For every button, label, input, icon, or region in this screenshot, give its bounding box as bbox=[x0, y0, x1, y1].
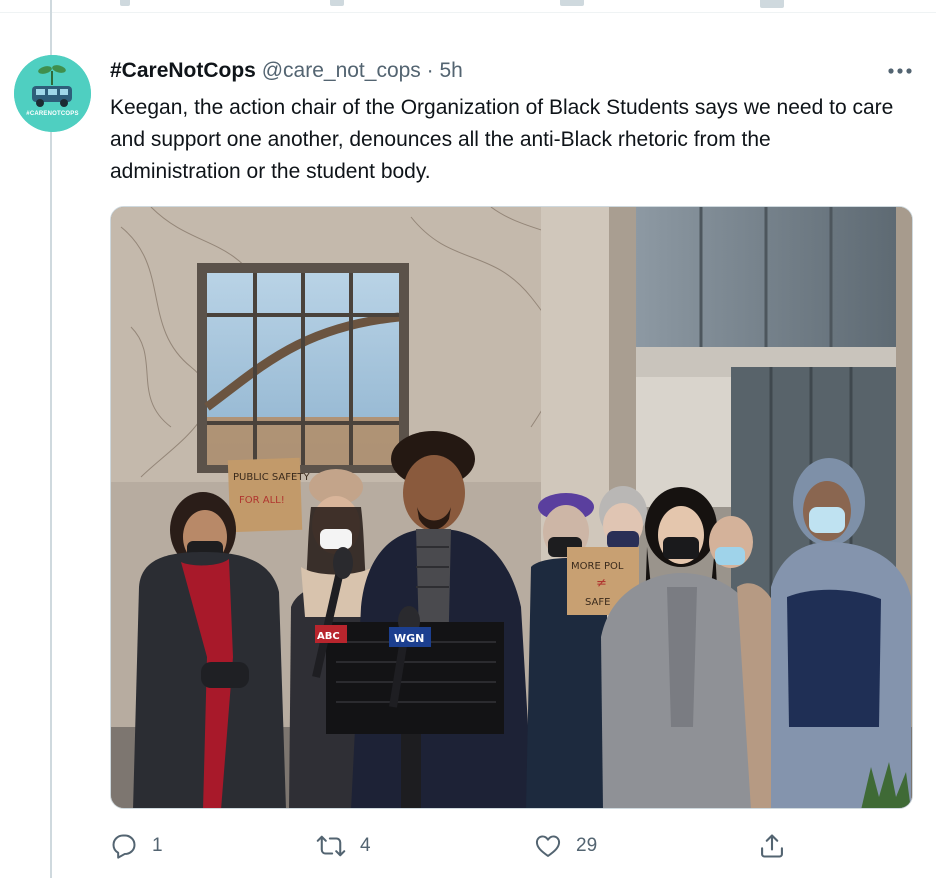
more-options-icon[interactable] bbox=[885, 58, 915, 84]
tweet-view: #CARENOTCOPS #CareNotCops @care_not_cops… bbox=[0, 0, 936, 878]
svg-text:≠: ≠ bbox=[596, 576, 607, 591]
retweet-button[interactable]: 4 bbox=[316, 826, 371, 866]
svg-text:MORE POL: MORE POL bbox=[571, 561, 624, 572]
mic-flag-abc: ABC bbox=[315, 625, 347, 643]
reply-button[interactable]: 1 bbox=[110, 826, 163, 866]
tweet-timestamp[interactable]: 5h bbox=[440, 59, 463, 82]
reply-icon bbox=[110, 832, 138, 860]
svg-text:PUBLIC SAFETY: PUBLIC SAFETY bbox=[233, 472, 310, 483]
svg-text:FOR ALL!: FOR ALL! bbox=[239, 495, 285, 506]
avatar[interactable]: #CARENOTCOPS bbox=[14, 55, 91, 132]
heart-icon bbox=[534, 832, 562, 860]
svg-text:ABC: ABC bbox=[317, 631, 340, 642]
like-button[interactable]: 29 bbox=[534, 826, 597, 866]
press-conference-photo: PUBLIC SAFETY FOR ALL! MORE POL ≠ SAFE W… bbox=[111, 207, 912, 808]
share-icon bbox=[758, 832, 786, 860]
retweet-count: 4 bbox=[360, 835, 371, 856]
svg-text:SAFE: SAFE bbox=[585, 597, 610, 608]
user-handle[interactable]: @care_not_cops bbox=[262, 59, 421, 82]
previous-tweet-edge bbox=[0, 0, 936, 13]
tweet-photo[interactable]: PUBLIC SAFETY FOR ALL! MORE POL ≠ SAFE W… bbox=[110, 206, 913, 809]
display-name[interactable]: #CareNotCops bbox=[110, 59, 256, 82]
svg-text:WGN: WGN bbox=[394, 632, 424, 645]
avatar-label: #CARENOTCOPS bbox=[26, 111, 79, 117]
like-count: 29 bbox=[576, 835, 598, 856]
mic-flag-wgn: WGN bbox=[389, 627, 431, 647]
reply-count: 1 bbox=[152, 835, 163, 856]
retweet-icon bbox=[316, 832, 346, 860]
tweet-header: #CareNotCops @care_not_cops · 5h bbox=[110, 58, 463, 84]
tweet-text: Keegan, the action chair of the Organiza… bbox=[110, 96, 894, 183]
header-separator: · bbox=[426, 59, 434, 82]
share-button[interactable] bbox=[758, 826, 786, 866]
tweet-actions: 1 4 29 bbox=[110, 826, 910, 866]
avatar-sprout-car-icon bbox=[14, 55, 91, 132]
protest-sign-left: PUBLIC SAFETY FOR ALL! bbox=[227, 457, 310, 533]
